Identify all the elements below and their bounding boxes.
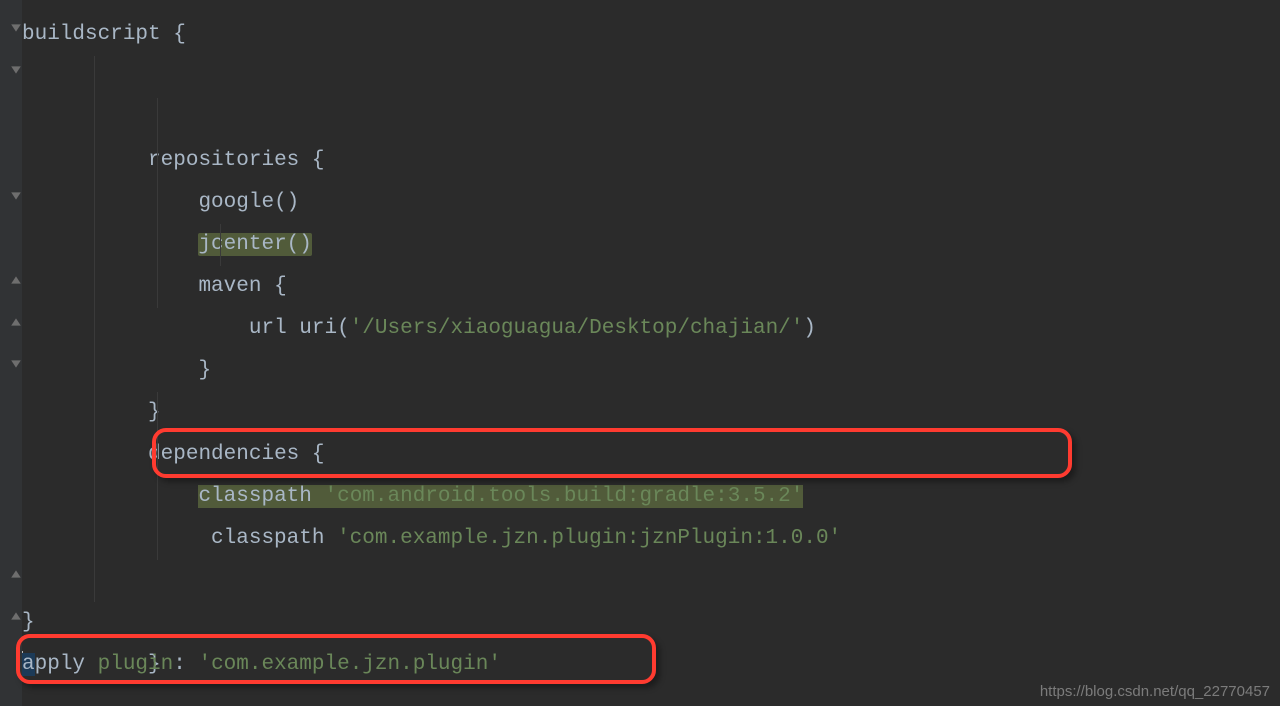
code-editor[interactable]: buildscript { repositories { google() jc… xyxy=(0,0,1280,706)
code-line[interactable]: classpath 'com.android.tools.build:gradl… xyxy=(22,392,1280,434)
code-line[interactable]: } xyxy=(22,266,1280,308)
code-area[interactable]: buildscript { repositories { google() jc… xyxy=(22,0,1280,686)
fold-toggle-icon[interactable] xyxy=(10,358,22,370)
code-token: apply xyxy=(22,653,98,676)
code-line[interactable] xyxy=(22,518,1280,560)
code-line[interactable]: google() xyxy=(22,98,1280,140)
code-token: plugin xyxy=(98,653,174,676)
fold-close-icon[interactable] xyxy=(10,610,22,622)
code-token: : xyxy=(173,653,198,676)
fold-close-icon[interactable] xyxy=(10,316,22,328)
watermark-text: https://blog.csdn.net/qq_22770457 xyxy=(1040,683,1270,700)
code-line[interactable]: buildscript { xyxy=(22,14,1280,56)
code-line[interactable]: } xyxy=(22,602,1280,644)
code-line[interactable]: dependencies { xyxy=(22,350,1280,392)
code-line[interactable]: url uri('/Users/xiaoguagua/Desktop/chaji… xyxy=(22,224,1280,266)
brace-token: { xyxy=(173,23,186,46)
brace-token: } xyxy=(22,611,35,634)
code-line[interactable]: } xyxy=(22,308,1280,350)
code-token: buildscript xyxy=(22,23,173,46)
string-token: 'com.example.jzn.plugin' xyxy=(198,653,500,676)
code-line[interactable]: repositories { xyxy=(22,56,1280,98)
fold-close-icon[interactable] xyxy=(10,274,22,286)
fold-close-icon[interactable] xyxy=(10,568,22,580)
code-line[interactable]: maven { xyxy=(22,182,1280,224)
fold-toggle-icon[interactable] xyxy=(10,190,22,202)
code-line[interactable]: } xyxy=(22,560,1280,602)
code-line[interactable]: jcenter() xyxy=(22,140,1280,182)
code-line[interactable]: apply plugin: 'com.example.jzn.plugin' xyxy=(22,644,1280,686)
code-line[interactable]: classpath 'com.example.jzn.plugin:jznPlu… xyxy=(22,434,1280,476)
gutter xyxy=(0,0,22,706)
code-line[interactable] xyxy=(22,476,1280,518)
fold-toggle-icon[interactable] xyxy=(10,64,22,76)
fold-toggle-icon[interactable] xyxy=(10,22,22,34)
